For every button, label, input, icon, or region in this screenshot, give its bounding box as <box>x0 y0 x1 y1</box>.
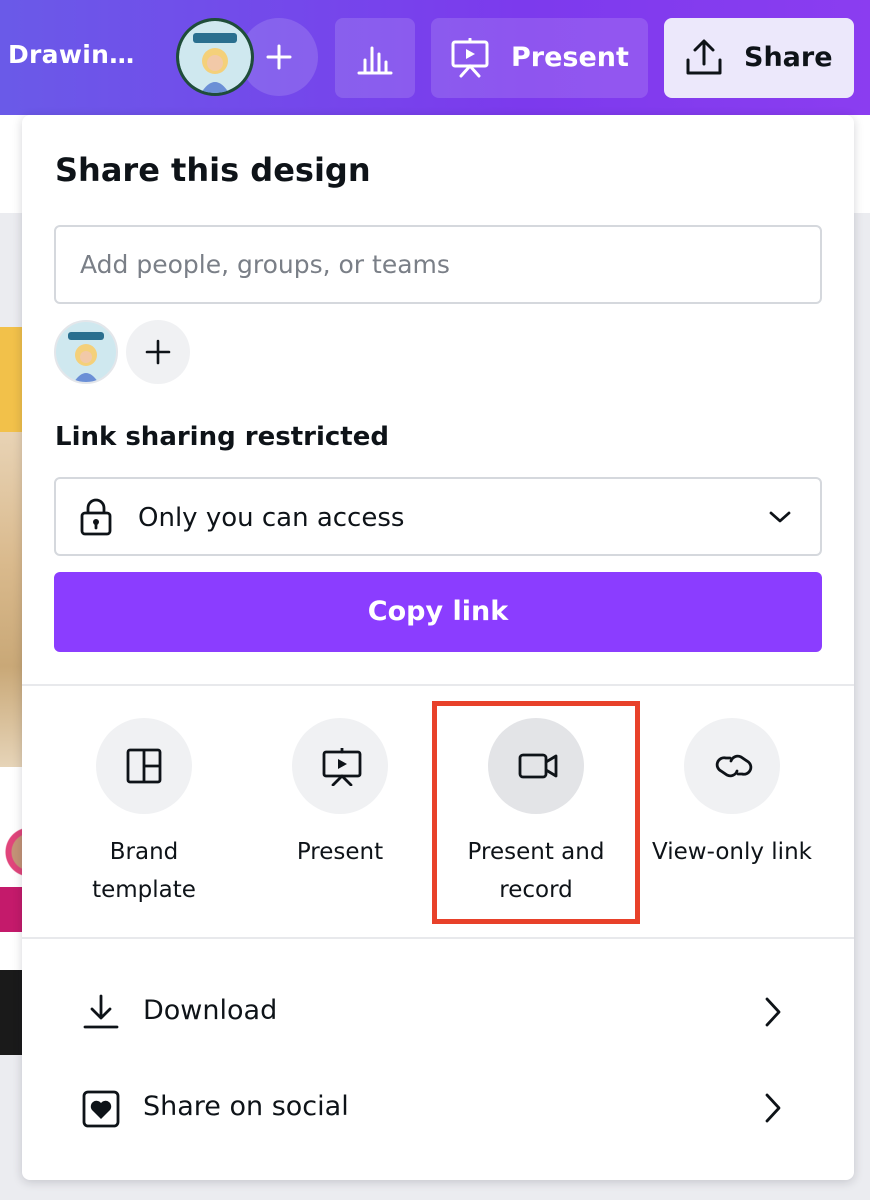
option-label: Present <box>296 839 384 865</box>
member-avatar[interactable] <box>54 320 118 384</box>
document-title[interactable]: Drawin… <box>8 40 135 69</box>
option-circle <box>292 718 388 814</box>
access-dropdown[interactable]: Only you can access <box>54 477 822 556</box>
add-member-button[interactable] <box>126 320 190 384</box>
heart-icon <box>82 1090 120 1128</box>
canvas-peek <box>0 327 22 432</box>
user-avatar-icon[interactable] <box>176 18 254 96</box>
presentation-icon <box>322 748 362 786</box>
view-only-link-option[interactable]: View-only link <box>634 713 830 923</box>
canvas-peek <box>0 970 22 1055</box>
divider <box>22 684 854 686</box>
canvas-peek <box>0 767 22 817</box>
option-label: Brand template <box>92 839 196 903</box>
link-icon <box>715 754 753 778</box>
download-label: Download <box>143 995 278 1026</box>
presentation-icon <box>451 38 489 78</box>
share-on-social-row[interactable]: Share on social <box>22 1064 854 1152</box>
layout-template-icon <box>126 748 162 784</box>
share-button[interactable]: Share <box>664 18 854 98</box>
chevron-right-icon <box>765 1093 781 1123</box>
download-row[interactable]: Download <box>22 968 854 1056</box>
copy-link-button[interactable]: Copy link <box>54 572 822 652</box>
canvas-photo-peek <box>0 432 22 767</box>
access-selected-label: Only you can access <box>138 503 405 533</box>
canvas-peek <box>0 932 22 970</box>
bar-chart-icon <box>357 46 393 75</box>
editor-header: Drawin… Present Share <box>0 0 870 115</box>
download-icon <box>83 994 119 1029</box>
chevron-right-icon <box>765 997 781 1027</box>
add-people-input[interactable] <box>54 225 822 304</box>
plus-icon <box>266 44 292 70</box>
present-option[interactable]: Present <box>242 713 438 923</box>
panel-title: Share this design <box>55 151 371 189</box>
share-on-social-label: Share on social <box>143 1091 349 1122</box>
option-circle <box>684 718 780 814</box>
upload-icon <box>686 39 722 75</box>
present-button[interactable]: Present <box>431 18 648 98</box>
chevron-down-icon <box>769 511 791 523</box>
share-label: Share <box>744 42 833 73</box>
present-label: Present <box>511 42 629 73</box>
option-label: View-only link <box>652 839 812 865</box>
canvas-face-peek <box>0 817 22 887</box>
option-circle <box>96 718 192 814</box>
lock-icon <box>80 498 112 536</box>
insights-button[interactable] <box>335 18 415 98</box>
highlight-annotation-box <box>432 701 640 924</box>
divider <box>22 937 854 939</box>
brand-template-option[interactable]: Brand template <box>46 713 242 923</box>
canvas-peek <box>0 887 22 932</box>
link-sharing-heading: Link sharing restricted <box>55 422 389 452</box>
share-panel: Share this design Link sharing restricte… <box>22 115 854 1180</box>
plus-icon <box>145 339 171 365</box>
